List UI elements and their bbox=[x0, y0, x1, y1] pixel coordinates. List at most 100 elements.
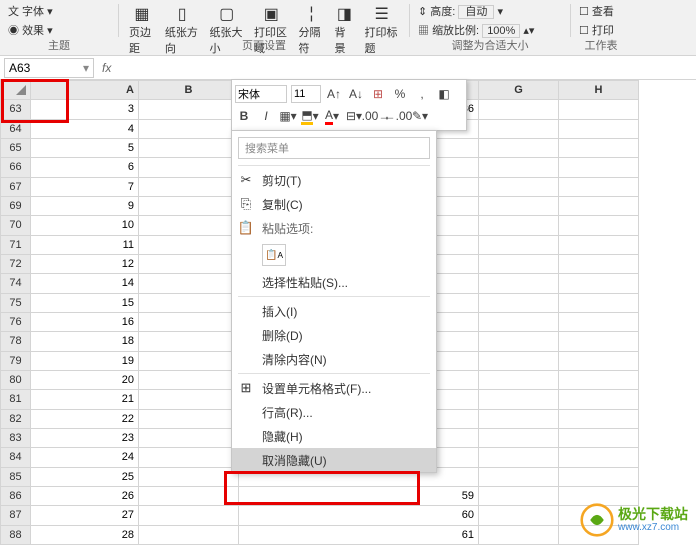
cell[interactable] bbox=[479, 235, 559, 254]
format-painter-icon[interactable]: ◧ bbox=[435, 85, 453, 103]
cell[interactable] bbox=[479, 351, 559, 370]
cell[interactable] bbox=[139, 312, 239, 331]
cell[interactable] bbox=[559, 216, 639, 235]
cell[interactable] bbox=[479, 486, 559, 505]
cell[interactable] bbox=[139, 525, 239, 544]
cell[interactable] bbox=[479, 196, 559, 215]
cell[interactable] bbox=[559, 448, 639, 467]
decrease-decimal-icon[interactable]: .00→ bbox=[367, 107, 385, 125]
cell[interactable] bbox=[139, 506, 239, 525]
cell[interactable]: 60 bbox=[239, 506, 479, 525]
cell[interactable] bbox=[479, 428, 559, 447]
mini-font-select[interactable] bbox=[235, 85, 287, 103]
row-header[interactable]: 82 bbox=[1, 409, 31, 428]
row-header[interactable]: 85 bbox=[1, 467, 31, 486]
row-header[interactable]: 78 bbox=[1, 332, 31, 351]
cell[interactable] bbox=[479, 467, 559, 486]
format-icon[interactable]: ✎▾ bbox=[411, 107, 429, 125]
cell[interactable]: 20 bbox=[31, 370, 139, 389]
row-header[interactable]: 84 bbox=[1, 448, 31, 467]
cell[interactable] bbox=[479, 506, 559, 525]
cell[interactable]: 26 bbox=[31, 486, 139, 505]
menu-search-input[interactable]: 搜索菜单 bbox=[238, 137, 430, 159]
col-header-b[interactable]: B bbox=[139, 81, 239, 100]
cell[interactable]: 61 bbox=[239, 525, 479, 544]
cell[interactable] bbox=[139, 428, 239, 447]
cell[interactable] bbox=[559, 409, 639, 428]
menu-delete[interactable]: 删除(D) bbox=[232, 323, 436, 347]
cell[interactable] bbox=[559, 274, 639, 293]
col-header-g[interactable]: G bbox=[479, 81, 559, 100]
table-row[interactable]: 862659 bbox=[1, 486, 639, 505]
cell[interactable] bbox=[479, 216, 559, 235]
cell[interactable] bbox=[559, 119, 639, 138]
cell[interactable] bbox=[479, 390, 559, 409]
row-header[interactable]: 81 bbox=[1, 390, 31, 409]
row-header[interactable]: 71 bbox=[1, 235, 31, 254]
cell[interactable]: 19 bbox=[31, 351, 139, 370]
cell[interactable]: 23 bbox=[31, 428, 139, 447]
menu-copy[interactable]: ⎘复制(C) bbox=[232, 192, 436, 216]
cell[interactable] bbox=[139, 235, 239, 254]
cell[interactable] bbox=[559, 370, 639, 389]
cell[interactable] bbox=[559, 428, 639, 447]
cell[interactable] bbox=[559, 390, 639, 409]
menu-unhide[interactable]: 取消隐藏(U) bbox=[232, 448, 436, 472]
cell[interactable] bbox=[479, 332, 559, 351]
row-header[interactable]: 67 bbox=[1, 177, 31, 196]
cell[interactable] bbox=[479, 177, 559, 196]
menu-cut[interactable]: ✂剪切(T) bbox=[232, 168, 436, 192]
row-header[interactable]: 86 bbox=[1, 486, 31, 505]
cell[interactable] bbox=[139, 293, 239, 312]
cell[interactable] bbox=[139, 100, 239, 119]
cell[interactable] bbox=[139, 216, 239, 235]
cell[interactable] bbox=[559, 332, 639, 351]
cell[interactable] bbox=[479, 254, 559, 273]
row-header[interactable]: 66 bbox=[1, 158, 31, 177]
row-header[interactable]: 69 bbox=[1, 196, 31, 215]
view-checkbox[interactable]: ☐ 查看 bbox=[577, 2, 616, 20]
cell[interactable] bbox=[479, 312, 559, 331]
cell[interactable] bbox=[559, 158, 639, 177]
cell[interactable]: 18 bbox=[31, 332, 139, 351]
percent-icon[interactable]: % bbox=[391, 85, 409, 103]
cell[interactable] bbox=[479, 525, 559, 544]
menu-insert[interactable]: 插入(I) bbox=[232, 299, 436, 323]
name-box[interactable]: A63▾ bbox=[4, 58, 94, 78]
cell[interactable] bbox=[559, 312, 639, 331]
cell[interactable] bbox=[139, 332, 239, 351]
fx-icon[interactable]: fx bbox=[102, 61, 111, 75]
cell[interactable] bbox=[479, 370, 559, 389]
cell[interactable] bbox=[139, 486, 239, 505]
cell[interactable] bbox=[559, 235, 639, 254]
increase-font-icon[interactable]: A↑ bbox=[325, 85, 343, 103]
table-row[interactable]: 872760 bbox=[1, 506, 639, 525]
row-header[interactable]: 72 bbox=[1, 254, 31, 273]
cell[interactable]: 11 bbox=[31, 235, 139, 254]
border-icon[interactable]: ▦▾ bbox=[279, 107, 297, 125]
decrease-font-icon[interactable]: A↓ bbox=[347, 85, 365, 103]
cell[interactable] bbox=[479, 158, 559, 177]
menu-format-cells[interactable]: ⊞设置单元格格式(F)... bbox=[232, 376, 436, 400]
menu-paste-special[interactable]: 选择性粘贴(S)... bbox=[232, 270, 436, 294]
cell[interactable]: 10 bbox=[31, 216, 139, 235]
table-row[interactable]: 882861 bbox=[1, 525, 639, 544]
cell[interactable] bbox=[139, 274, 239, 293]
cell[interactable] bbox=[479, 448, 559, 467]
cell[interactable] bbox=[559, 196, 639, 215]
row-header[interactable]: 65 bbox=[1, 138, 31, 157]
merge-icon[interactable]: ⊟▾ bbox=[345, 107, 363, 125]
cell[interactable]: 9 bbox=[31, 196, 139, 215]
cell[interactable]: 7 bbox=[31, 177, 139, 196]
paste-default-icon[interactable]: 📋A bbox=[262, 244, 286, 266]
cell[interactable] bbox=[139, 467, 239, 486]
cell[interactable] bbox=[559, 254, 639, 273]
cell[interactable]: 5 bbox=[31, 138, 139, 157]
cell[interactable] bbox=[479, 100, 559, 119]
cell[interactable] bbox=[479, 119, 559, 138]
font-dropdown[interactable]: 文 字体 ▾ bbox=[6, 2, 55, 20]
cell[interactable] bbox=[559, 467, 639, 486]
cell[interactable]: 24 bbox=[31, 448, 139, 467]
italic-button[interactable]: I bbox=[257, 107, 275, 125]
increase-decimal-icon[interactable]: ←.00 bbox=[389, 107, 407, 125]
